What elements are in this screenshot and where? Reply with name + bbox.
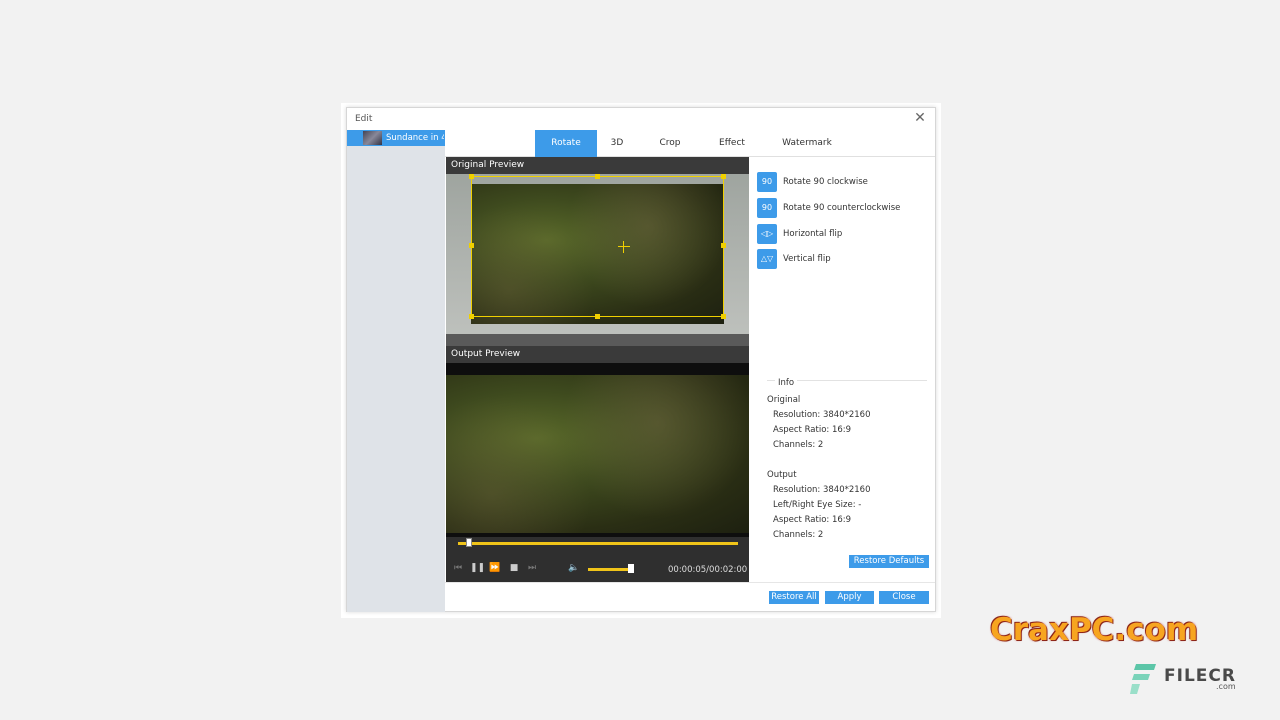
close-button[interactable]: Close (879, 591, 929, 604)
original-preview-header: Original Preview (446, 157, 749, 174)
rotate-clockwise-button[interactable]: 90 Rotate 90 clockwise (757, 172, 927, 192)
file-list-item[interactable]: Sundance in 4... (347, 130, 445, 146)
title-bar: Edit ✕ (347, 108, 935, 130)
fast-forward-icon[interactable]: ⏩ (489, 562, 501, 574)
crop-handle-top[interactable] (595, 174, 600, 179)
rotate-clockwise-icon: 90 (757, 172, 777, 192)
info-original-resolution: Resolution: 3840*2160 (773, 410, 871, 420)
footer-divider (445, 582, 935, 583)
info-original-channels: Channels: 2 (773, 440, 824, 450)
dialog-title: Edit (355, 114, 373, 124)
horizontal-flip-button[interactable]: ◁▷ Horizontal flip (757, 224, 927, 244)
crop-handle-top-right[interactable] (721, 174, 726, 179)
volume-icon[interactable]: 🔈 (568, 562, 580, 574)
tab-rotate[interactable]: Rotate (535, 130, 597, 157)
info-output-aspect: Aspect Ratio: 16:9 (773, 515, 852, 525)
crop-center-crosshair-icon[interactable] (618, 241, 630, 253)
playback-time: 00:00:05/00:02:00 (668, 565, 748, 575)
output-preview-header: Output Preview (446, 346, 749, 363)
crop-handle-top-left[interactable] (469, 174, 474, 179)
skip-forward-icon[interactable]: ⏭ (526, 562, 538, 574)
seek-bar[interactable] (458, 542, 738, 545)
apply-button[interactable]: Apply (825, 591, 874, 604)
horizontal-flip-label: Horizontal flip (783, 229, 843, 239)
restore-defaults-button[interactable]: Restore Defaults (849, 555, 929, 568)
info-output-channels: Channels: 2 (773, 530, 824, 540)
filecr-suffix: .com (1216, 682, 1236, 691)
crop-handle-bottom-right[interactable] (721, 314, 726, 319)
crop-handle-right[interactable] (721, 243, 726, 248)
original-preview-footer (446, 334, 749, 346)
volume-handle[interactable] (627, 564, 634, 573)
skip-back-icon[interactable]: ⏮ (452, 562, 464, 574)
info-original-heading: Original (767, 395, 801, 405)
vertical-flip-button[interactable]: △▽ Vertical flip (757, 249, 927, 269)
horizontal-flip-icon: ◁▷ (757, 224, 777, 244)
tab-3d[interactable]: 3D (597, 130, 637, 157)
tab-watermark[interactable]: Watermark (775, 130, 839, 157)
info-output-resolution: Resolution: 3840*2160 (773, 485, 871, 495)
playback-buttons: ⏮ ❚❚ ⏩ ■ ⏭ 🔈 00:00:05/00:02:00 (446, 559, 749, 579)
file-sidebar: Sundance in 4... (347, 130, 445, 612)
info-legend: Info (775, 378, 798, 388)
rotate-counterclockwise-label: Rotate 90 counterclockwise (783, 203, 901, 213)
vertical-flip-icon: △▽ (757, 249, 777, 269)
filecr-logo-icon (1130, 664, 1156, 694)
tab-effect[interactable]: Effect (709, 130, 755, 157)
seek-handle[interactable] (466, 538, 473, 547)
original-preview (446, 174, 749, 346)
tab-crop[interactable]: Crop (647, 130, 693, 157)
rotate-clockwise-label: Rotate 90 clockwise (783, 177, 868, 187)
file-thumbnail (363, 131, 382, 145)
player-controls: ⏮ ❚❚ ⏩ ■ ⏭ 🔈 00:00:05/00:02:00 (446, 537, 749, 582)
crop-handle-left[interactable] (469, 243, 474, 248)
rotate-counterclockwise-button[interactable]: 90 Rotate 90 counterclockwise (757, 198, 927, 218)
filecr-watermark: FILECR .com (1130, 660, 1240, 696)
crop-selection-box[interactable] (469, 174, 726, 319)
output-preview (446, 363, 749, 537)
vertical-flip-label: Vertical flip (783, 254, 831, 264)
rotate-counterclockwise-icon: 90 (757, 198, 777, 218)
craxpc-watermark: CraxPC.com (990, 612, 1199, 648)
edit-dialog: Edit ✕ Sundance in 4... Rotate 3D Crop E… (346, 107, 936, 612)
info-original-aspect: Aspect Ratio: 16:9 (773, 425, 852, 435)
volume-slider[interactable] (588, 568, 633, 571)
restore-all-button[interactable]: Restore All (769, 591, 819, 604)
file-name: Sundance in 4... (386, 133, 444, 143)
crop-handle-bottom[interactable] (595, 314, 600, 319)
pause-icon[interactable]: ❚❚ (470, 562, 485, 574)
info-output-heading: Output (767, 470, 797, 480)
edit-tab-bar: Rotate 3D Crop Effect Watermark (445, 130, 935, 157)
close-icon[interactable]: ✕ (913, 111, 927, 125)
info-output-eye-size: Left/Right Eye Size: - (773, 500, 862, 510)
crop-handle-bottom-left[interactable] (469, 314, 474, 319)
stop-icon[interactable]: ■ (508, 562, 520, 574)
output-video-frame (446, 375, 749, 533)
